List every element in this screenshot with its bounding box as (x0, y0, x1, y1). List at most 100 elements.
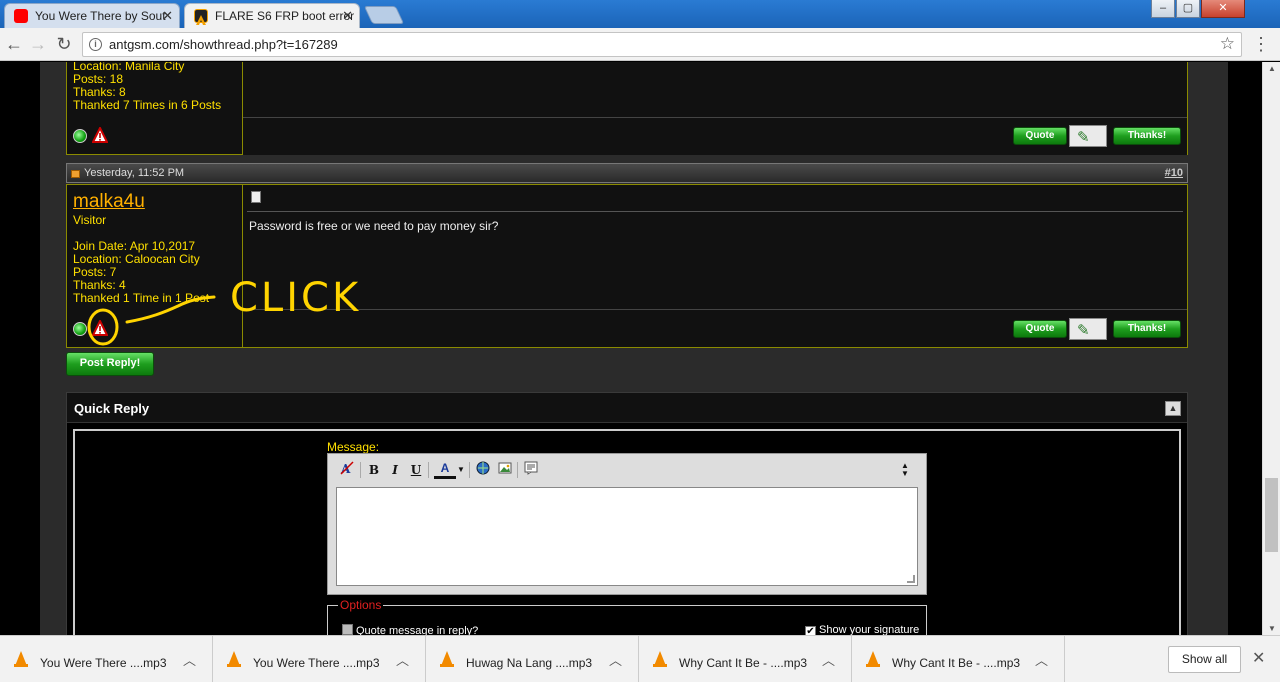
browser-toolbar: ← → ↻ i antgsm.com/showthread.php?t=1672… (0, 28, 1280, 61)
show-signature-option[interactable]: ✔ Show your signature (805, 624, 919, 635)
multiquote-button[interactable]: ✎ (1069, 318, 1107, 340)
download-filename: You Were There ....mp3 (40, 656, 167, 670)
tab-antgsm[interactable]: FLARE S6 FRP boot error ✕ (184, 3, 360, 28)
minimize-button[interactable]: ‒ (1151, 0, 1175, 18)
username-link[interactable]: malka4u (73, 191, 145, 213)
scroll-up-icon[interactable]: ▲ (1268, 64, 1276, 73)
download-item[interactable]: You Were There ....mp3 ︿ (213, 636, 426, 682)
quick-reply-body: Message: A B I U A ▼ (73, 429, 1181, 635)
url-text[interactable]: antgsm.com/showthread.php?t=167289 (109, 37, 338, 52)
maximize-button[interactable]: ▢ (1176, 0, 1200, 18)
download-item[interactable]: Huwag Na Lang ....mp3 ︿ (426, 636, 639, 682)
toolbar-separator (469, 462, 470, 478)
online-status-icon (73, 322, 87, 336)
insert-image-icon[interactable] (496, 461, 514, 479)
post-userinfo: malka4u Visitor Join Date: Apr 10,2017 L… (67, 185, 243, 347)
insert-link-icon[interactable] (474, 461, 492, 479)
collapse-icon[interactable]: ▲ (1165, 401, 1181, 416)
thanks-button[interactable]: Thanks! (1113, 320, 1181, 338)
resize-toggle-icon[interactable]: ▲ ▼ (898, 462, 912, 480)
download-filename: Why Cant It Be - ....mp3 (892, 656, 1021, 670)
quote-message-option[interactable]: Quote message in reply? (342, 624, 478, 635)
options-legend: Options (338, 598, 384, 612)
message-label: Message: (327, 440, 380, 454)
bold-button[interactable]: B (365, 461, 383, 479)
thanked: Thanked 7 Times in 6 Posts (73, 98, 222, 112)
scroll-down-icon[interactable]: ▼ (1268, 624, 1276, 633)
user-stats: Location: Manila City Posts: 18 Thanks: … (73, 62, 221, 112)
toolbar-separator (360, 462, 361, 478)
info-icon[interactable]: i (89, 38, 102, 51)
post-footer: Quote ✎ Thanks! (243, 117, 1187, 155)
online-status-icon (73, 129, 87, 143)
post-message: Password is free or we need to pay money… (249, 219, 499, 233)
window-close-button[interactable]: ✕ (1201, 0, 1245, 18)
chevron-down-icon[interactable]: ▼ (456, 461, 466, 479)
post-number-link[interactable]: #10 (1165, 167, 1183, 179)
download-bar: You Were There ....mp3 ︿ You Were There … (0, 635, 1280, 682)
quote-button[interactable]: Quote (1013, 127, 1067, 145)
toolbar-separator (517, 462, 518, 478)
previous-post-userinfo: Location: Manila City Posts: 18 Thanks: … (67, 62, 243, 154)
tab-strip: You Were There by Sout ✕ FLARE S6 FRP bo… (0, 0, 1280, 28)
italic-button[interactable]: I (386, 461, 404, 479)
youtube-icon (14, 9, 28, 23)
quote-wrap-icon[interactable] (522, 461, 540, 479)
chevron-up-icon[interactable]: ︿ (1035, 650, 1048, 669)
post-content: Password is free or we need to pay money… (243, 185, 1187, 309)
post: malka4u Visitor Join Date: Apr 10,2017 L… (66, 184, 1188, 348)
address-bar[interactable]: i antgsm.com/showthread.php?t=167289 ☆ (82, 32, 1242, 57)
chevron-up-icon[interactable]: ︿ (183, 650, 196, 669)
show-all-button[interactable]: Show all (1168, 646, 1241, 673)
chevron-up-icon[interactable]: ︿ (609, 650, 622, 669)
antgsm-icon (194, 9, 208, 25)
vlc-icon (227, 651, 241, 667)
resize-handle[interactable] (907, 575, 915, 583)
download-item[interactable]: Why Cant It Be - ....mp3 ︿ (852, 636, 1065, 682)
edit-icon: ✎ (1077, 322, 1090, 339)
underline-button[interactable]: U (407, 461, 425, 479)
thanks-button[interactable]: Thanks! (1113, 127, 1181, 145)
close-icon[interactable]: ✕ (342, 4, 353, 28)
previous-post: Location: Manila City Posts: 18 Thanks: … (66, 62, 1188, 155)
toolbar-separator (428, 462, 429, 478)
download-item[interactable]: Why Cant It Be - ....mp3 ︿ (639, 636, 852, 682)
quick-reply-panel: Quick Reply ▲ Message: A B I U A ▼ (66, 392, 1188, 635)
multiquote-button[interactable]: ✎ (1069, 125, 1107, 147)
report-post-icon[interactable] (92, 320, 108, 336)
font-color-button[interactable]: A (434, 461, 456, 479)
quote-message-checkbox[interactable] (342, 624, 353, 635)
tab-title: You Were There by Sout (35, 9, 166, 23)
forward-icon[interactable]: → (26, 32, 50, 56)
scrollbar-thumb[interactable] (1265, 478, 1278, 552)
download-filename: Huwag Na Lang ....mp3 (466, 656, 593, 670)
reload-icon[interactable]: ↻ (52, 32, 76, 56)
vlc-icon (866, 651, 880, 667)
message-textarea[interactable] (336, 487, 918, 586)
download-item[interactable]: You Were There ....mp3 ︿ (0, 636, 213, 682)
kebab-menu-icon[interactable]: ⋮ (1252, 34, 1270, 56)
quick-reply-header: Quick Reply ▲ (67, 393, 1187, 423)
user-title: Visitor (73, 213, 107, 227)
vlc-icon (653, 651, 667, 667)
back-icon[interactable]: ← (2, 32, 26, 56)
chevron-up-icon[interactable]: ︿ (822, 650, 835, 669)
show-signature-checkbox[interactable]: ✔ (805, 626, 816, 635)
tab-youtube[interactable]: You Were There by Sout ✕ (4, 3, 180, 28)
remove-format-icon[interactable]: A (338, 461, 356, 479)
chevron-up-icon[interactable]: ︿ (396, 650, 409, 669)
close-icon[interactable]: ✕ (1252, 648, 1265, 668)
report-post-icon[interactable] (92, 127, 108, 143)
bookmark-star-icon[interactable]: ☆ (1220, 34, 1235, 54)
tab-title: FLARE S6 FRP boot error (215, 9, 355, 23)
quote-button[interactable]: Quote (1013, 320, 1067, 338)
vlc-icon (440, 651, 454, 667)
post-header: Yesterday, 11:52 PM #10 (66, 163, 1188, 183)
close-icon[interactable]: ✕ (162, 4, 173, 28)
vertical-scrollbar[interactable]: ▲ ▼ (1262, 62, 1280, 635)
new-tab-button[interactable] (363, 6, 405, 24)
post-date-icon (71, 170, 80, 178)
quick-reply-title: Quick Reply (74, 401, 150, 416)
message-editor: A B I U A ▼ (327, 453, 927, 595)
post-reply-button[interactable]: Post Reply! (66, 352, 154, 376)
